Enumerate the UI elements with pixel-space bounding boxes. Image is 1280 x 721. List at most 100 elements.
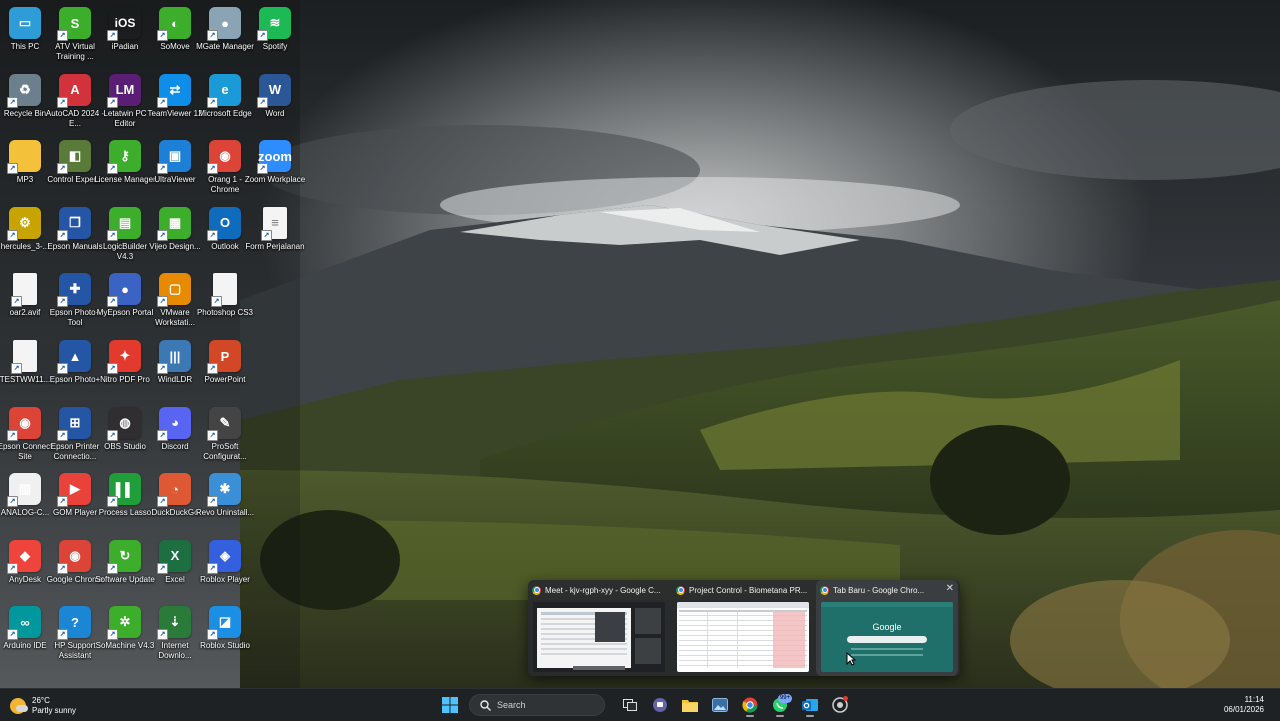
file-explorer-button[interactable] [677,693,703,717]
desktop-icon-control-expert[interactable]: ◧ ↗ Control Exper... [47,135,103,199]
desktop-icon-license-manager[interactable]: ⚷ ↗ License Manager [94,135,156,199]
desktop-icon-internet-download-manager[interactable]: ⇣ ↗ Internet Downlo... [150,601,200,665]
desktop-icon-outlook[interactable]: O ↗ Outlook [200,202,250,266]
desktop-icon-epson-manuals[interactable]: ❐ ↗ Epson Manuals [47,202,103,266]
desktop-icon-label: Roblox Player [200,574,250,584]
desktop-icon-mp3-folder[interactable]: ↗ MP3 [0,135,50,199]
teams-button[interactable] [647,693,673,717]
desktop-icon-powerpoint[interactable]: P ↗ PowerPoint [200,335,250,399]
outlook-icon: O ↗ [207,206,241,241]
desktop-icon-vmware-workstation[interactable]: ▢ ↗ VMware Workstati... [150,268,200,332]
ultraviewer-icon: ▣ ↗ [157,140,191,175]
epson-connect-site-icon: ◉ ↗ [7,406,41,441]
chrome-icon [676,585,685,595]
desktop-icon-teamviewer-12[interactable]: ⇄ ↗ TeamViewer 12 [148,69,203,133]
desktop-icon-duckduckgo[interactable]: ◔ ↗ DuckDuckGo [150,468,200,532]
desktop-icon-recycle-bin[interactable]: ♻ ↗ Recycle Bin [0,69,50,133]
desktop-icon-revo-uninstaller[interactable]: ✱ ↗ Revo Uninstall... [196,468,254,532]
whatsapp-button[interactable]: 99+ [767,693,793,717]
photoshop-cs3-icon: ↗ [211,273,237,308]
shortcut-arrow-icon: ↗ [7,229,18,241]
shortcut-arrow-icon: ↗ [107,429,118,441]
desktop-icon-word[interactable]: W ↗ Word [250,69,300,133]
desktop-icon-prosoft-configurator[interactable]: ✎ ↗ ProSoft Configurat... [200,402,250,466]
epson-photo-tool-icon: ✚ ↗ [57,273,91,308]
desktop-icon-google-chrome[interactable]: ◉ ↗ Google Chrome [47,535,103,599]
desktop-icon-excel[interactable]: X ↗ Excel [150,535,200,599]
desktop-icon-software-update[interactable]: ↻ ↗ Software Update [95,535,155,599]
chrome-profile-button[interactable] [827,693,853,717]
desktop-icon-arduino-ide[interactable]: ∞ ↗ Arduino IDE [0,601,50,665]
desktop-icon-letatwin-pc-editor[interactable]: LM ↗ Letatwin PC Editor [100,69,150,133]
software-update-icon: ↻ ↗ [107,539,141,574]
desktop-icon-nitro-pdf-pro[interactable]: ✦ ↗ Nitro PDF Pro [100,335,150,399]
desktop-icon-epson-photo-plus[interactable]: ▲ ↗ Epson Photo+ [50,335,100,399]
teamviewer-12-icon: ⇄ ↗ [157,73,191,108]
teams-chat-icon [653,698,667,712]
close-icon[interactable]: ✕ [946,583,954,594]
desktop-icon-spotify[interactable]: ≋ ↗ Spotify [250,2,300,66]
desktop-icon-roblox-studio[interactable]: ◪ ↗ Roblox Studio [200,601,250,665]
desktop-icon-microsoft-edge[interactable]: e ↗ Microsoft Edge [198,69,252,133]
desktop-icon-process-lasso[interactable]: ▌▌ ↗ Process Lasso [99,468,151,532]
desktop-icon-obs-studio[interactable]: ◍ ↗ OBS Studio [100,402,150,466]
desktop-icon-windldr[interactable]: ||| ↗ WindLDR [150,335,200,399]
desktop-icon-discord[interactable]: ◕ ↗ Discord [150,402,200,466]
search-box[interactable]: Search [469,694,605,716]
desktop-icon-vijeo-designer[interactable]: ▦ ↗ Vijeo Design... [149,202,201,266]
chrome-taskbar-button[interactable] [737,693,763,717]
desktop-icon-epson-connect-site[interactable]: ◉ ↗ Epson Connect Site [0,402,52,466]
thumbnail-meet[interactable]: Meet - kjv-rgph-xyy - Google C... [528,580,670,676]
desktop-icon-oar2-avif[interactable]: ↗ oar2.avif [0,268,50,332]
somachine-icon: ✲ ↗ [107,606,141,641]
desktop-icon-hercules[interactable]: ⚙ ↗ hercules_3-... [0,202,50,266]
desktop-icon-label: Form Perjalanan [245,241,305,251]
thumbnail-tab-baru[interactable]: Tab Baru - Google Chro... ✕ Google [816,580,958,676]
shortcut-arrow-icon: ↗ [207,496,218,508]
desktop-icon-anydesk[interactable]: ◆ ↗ AnyDesk [0,535,50,599]
desktop-icon-form-perjalanan[interactable]: ≡ ↗ Form Perjalanan [245,202,305,266]
shortcut-arrow-icon: ↗ [7,429,18,441]
desktop-icon-epson-photo-tool[interactable]: ✚ ↗ Epson Photo+ Tool [50,268,100,332]
system-clock[interactable]: 11:14 06/01/2026 [1224,695,1264,715]
desktop-icon-ultraviewer[interactable]: ▣ ↗ UltraViewer [150,135,200,199]
desktop-icon-atv-virtual-training[interactable]: S ↗ ATV Virtual Training ... [50,2,100,66]
desktop-icon-hp-support-assistant[interactable]: ? ↗ HP Support Assistant [50,601,100,665]
desktop-icon-analog-c[interactable]: ▥ ↗ ANALOG-C... [0,468,50,532]
thumbnail-project-control[interactable]: Project Control - Biometana PR... [672,580,814,676]
desktop-icon-ipadian[interactable]: iOS ↗ iPadian [100,2,150,66]
start-button[interactable] [437,693,463,717]
shortcut-arrow-icon: ↗ [257,163,268,175]
desktop-icon-myepson-portal[interactable]: ● ↗ MyEpson Portal [97,268,153,332]
desktop-icon-logicbuilder[interactable]: ▤ ↗ LogicBuilder V4.3 [100,202,150,266]
shortcut-arrow-icon: ↗ [7,629,18,641]
desktop-icon-roblox-player[interactable]: ◈ ↗ Roblox Player [200,535,250,599]
chrome-thumbnail-popup: Meet - kjv-rgph-xyy - Google C... Projec… [528,580,960,676]
desktop-icon-this-pc[interactable]: ▭ This PC [0,2,50,66]
desktop-icon-zoom-workplace[interactable]: zoom ↗ Zoom Workplace [245,135,305,199]
photos-icon [712,698,728,712]
desktop-icon-orang-1-chrome[interactable]: ◉ ↗ Orang 1 - Chrome [200,135,250,199]
desktop-icon-testww11[interactable]: ↗ TESTWW11... [0,335,50,399]
weather-widget[interactable]: 26°C Partly sunny [10,694,76,718]
shortcut-arrow-icon: ↗ [57,30,68,41]
photos-button[interactable] [707,693,733,717]
desktop-icon-somove[interactable]: ◐ ↗ SoMove [150,2,200,66]
task-view-button[interactable] [617,693,643,717]
partly-sunny-icon [10,698,28,714]
desktop-icon-photoshop-cs3[interactable]: ↗ Photoshop CS3 [197,268,253,332]
thumbnail-title: Project Control - Biometana PR... [689,585,808,595]
desktop-icon-mgate-manager[interactable]: ● ↗ MGate Manager [196,2,254,66]
google-chrome-icon: ◉ ↗ [57,539,91,574]
analog-c-icon: ▥ ↗ [7,473,41,508]
desktop-icon-label: PowerPoint [204,375,246,384]
desktop-icon-autocad-2024[interactable]: A ↗ AutoCAD 2024 - E... [46,69,104,133]
desktop-icon-epson-printer-connection[interactable]: ⊞ ↗ Epson Printer Connectio... [50,402,100,466]
shortcut-arrow-icon: ↗ [207,629,218,641]
shortcut-arrow-icon: ↗ [207,363,218,374]
desktop-icon-gom-player[interactable]: ▶ ↗ GOM Player [50,468,100,532]
desktop-icon-somachine[interactable]: ✲ ↗ SoMachine V4.3 [96,601,154,665]
vijeo-designer-icon: ▦ ↗ [157,206,191,241]
outlook-button[interactable] [797,693,823,717]
license-manager-icon: ⚷ ↗ [107,140,141,175]
